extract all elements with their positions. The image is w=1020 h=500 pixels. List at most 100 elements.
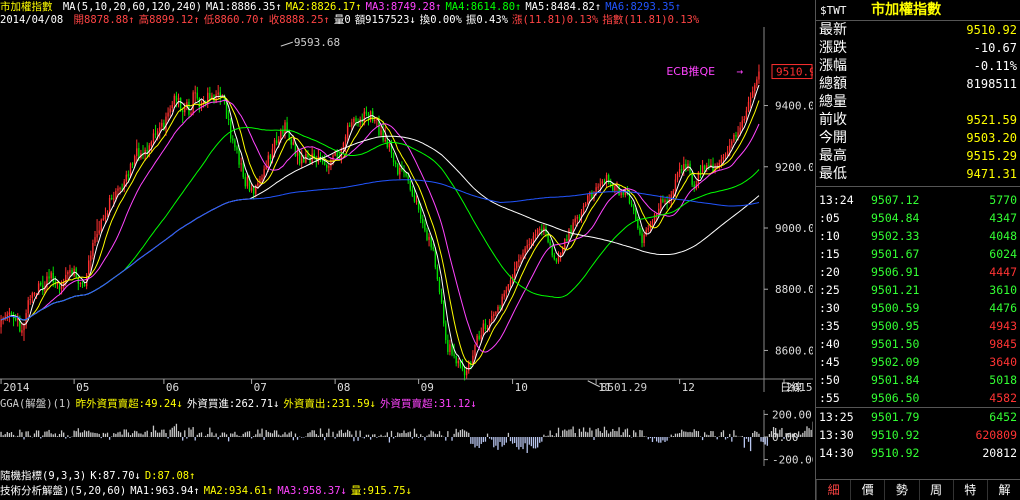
candle-body — [282, 130, 284, 134]
candle-body — [426, 230, 428, 240]
tick-list[interactable]: 13:24 9507.12 5770:05 9504.84 4347:10 9502.33… — [816, 187, 1020, 462]
tick-row[interactable]: 13:30 9510.92 620809 — [816, 426, 1020, 444]
candle-body — [491, 316, 493, 321]
candle-body — [430, 236, 432, 248]
tick-price: 9502.33 — [871, 229, 920, 243]
tick-row[interactable]: :20 9506.91 4447 — [816, 263, 1020, 281]
tech-item-2: MA2:934.61↑ — [203, 485, 274, 497]
tick-row[interactable]: :05 9504.84 4347 — [816, 209, 1020, 227]
ma-legend-item-6: MA6:8293.35↑ — [605, 1, 682, 13]
tab-5[interactable]: 解 — [986, 480, 1020, 500]
candle-body — [493, 314, 495, 317]
candle-body — [618, 184, 620, 196]
tick-time: :40 — [819, 337, 840, 351]
y-tick-label: 9200.0 — [775, 161, 813, 174]
tick-row[interactable]: :45 9502.09 3640 — [816, 353, 1020, 371]
tick-row[interactable]: :10 9502.33 4048 — [816, 227, 1020, 245]
candle-body — [747, 101, 750, 111]
quote-label: 漲跌 — [819, 40, 847, 56]
tick-row[interactable]: :40 9501.50 9845 — [816, 335, 1020, 353]
candle-body — [756, 79, 758, 86]
candle-body — [104, 215, 107, 220]
ma-legend-item-2: MA2:8826.17↑ — [285, 1, 362, 13]
tick-row[interactable]: :35 9500.95 4943 — [816, 317, 1020, 335]
candle-body — [701, 165, 704, 173]
candle-body — [154, 133, 157, 135]
candle-body — [703, 165, 706, 169]
price-chart[interactable]: 9400.0 9200.0 9000.0 8800.0 8600.0 2014 05 06 07… — [0, 27, 813, 392]
candle-body — [482, 323, 485, 336]
tick-row[interactable]: :55 9506.50 4582 — [816, 389, 1020, 407]
candle-body — [125, 174, 128, 182]
candle-body — [520, 256, 522, 260]
candle-body — [131, 163, 134, 165]
tick-time: :25 — [819, 283, 840, 297]
candle-body — [267, 155, 269, 167]
tick-volume: 20812 — [982, 446, 1017, 460]
quote-title: $TWT 市加權指數 — [816, 0, 1020, 21]
tick-price: 9501.67 — [871, 247, 920, 261]
candle-body — [284, 122, 286, 134]
candle-body — [632, 205, 635, 211]
price-annotation: 8501.29 — [601, 381, 647, 392]
gga-item-4: 外資買賣超:31.12↓ — [380, 398, 477, 410]
candle-body — [568, 229, 570, 241]
x-tick-label: 07 — [254, 381, 267, 392]
candle-body — [184, 107, 186, 113]
tab-0[interactable]: 細 — [816, 480, 850, 500]
candle-body — [252, 187, 255, 194]
candle-body — [355, 118, 357, 122]
tick-row[interactable]: :50 9501.84 5018 — [816, 371, 1020, 389]
tick-time: :50 — [819, 373, 840, 387]
candle-body — [566, 239, 568, 241]
tab-3[interactable]: 周 — [918, 480, 953, 500]
bar-date: 2014/04/08 — [0, 14, 64, 26]
candle-body — [639, 227, 641, 234]
chart-bg — [0, 27, 813, 392]
candle-body — [23, 325, 25, 331]
candle-body — [413, 195, 416, 202]
candle-body — [534, 234, 537, 236]
tick-row[interactable]: 13:24 9507.12 5770 — [816, 191, 1020, 209]
candle-body — [513, 268, 516, 277]
ma-header: 市加權指數 MA(5,10,20,60,120,240) MA1:8886.35↑… — [0, 1, 813, 14]
tick-volume: 4347 — [989, 211, 1017, 225]
candle-body — [175, 95, 178, 101]
quote-value: -10.67 — [973, 41, 1017, 55]
tick-row[interactable]: :30 9500.59 4476 — [816, 299, 1020, 317]
news-annotation: ECB推QE — [666, 64, 715, 78]
candle-body — [436, 267, 439, 280]
candle-body — [651, 221, 654, 226]
candle-body — [674, 179, 677, 191]
tick-price: 9506.91 — [871, 265, 920, 279]
candle-body — [643, 235, 645, 243]
y-tick-label: 9400.0 — [775, 100, 813, 113]
tick-row[interactable]: 14:30 9510.92 20812 — [816, 444, 1020, 462]
candle-body — [386, 140, 389, 148]
candle-body — [708, 165, 710, 167]
oscillator-chart[interactable]: 200.00 0.00 -200.00 — [0, 410, 813, 466]
candle-body — [380, 130, 382, 135]
candle-body — [735, 134, 737, 137]
tick-row[interactable]: 13:25 9501.79 6452 — [816, 407, 1020, 426]
tick-volume: 4582 — [989, 391, 1017, 405]
tick-row[interactable]: :25 9501.21 3610 — [816, 281, 1020, 299]
candle-body — [100, 219, 102, 231]
tab-1[interactable]: 價 — [850, 480, 884, 500]
candle-body — [729, 145, 731, 152]
candle-body — [438, 279, 441, 292]
tab-2[interactable]: 勢 — [884, 480, 918, 500]
quote-row: 最高 9515.29 — [816, 147, 1020, 165]
candle-body — [106, 212, 109, 216]
candle-body — [384, 140, 386, 142]
tab-4[interactable]: 特 — [952, 480, 987, 500]
quote-row: 漲幅 -0.11% — [816, 57, 1020, 75]
tick-volume: 4048 — [989, 229, 1017, 243]
candle-body — [108, 197, 111, 213]
candle-body — [98, 230, 100, 234]
tick-row[interactable]: :15 9501.67 6024 — [816, 245, 1020, 263]
candle-body — [246, 176, 249, 187]
candle-body — [394, 162, 397, 165]
candle-body — [612, 185, 614, 191]
candle-body — [90, 255, 92, 261]
